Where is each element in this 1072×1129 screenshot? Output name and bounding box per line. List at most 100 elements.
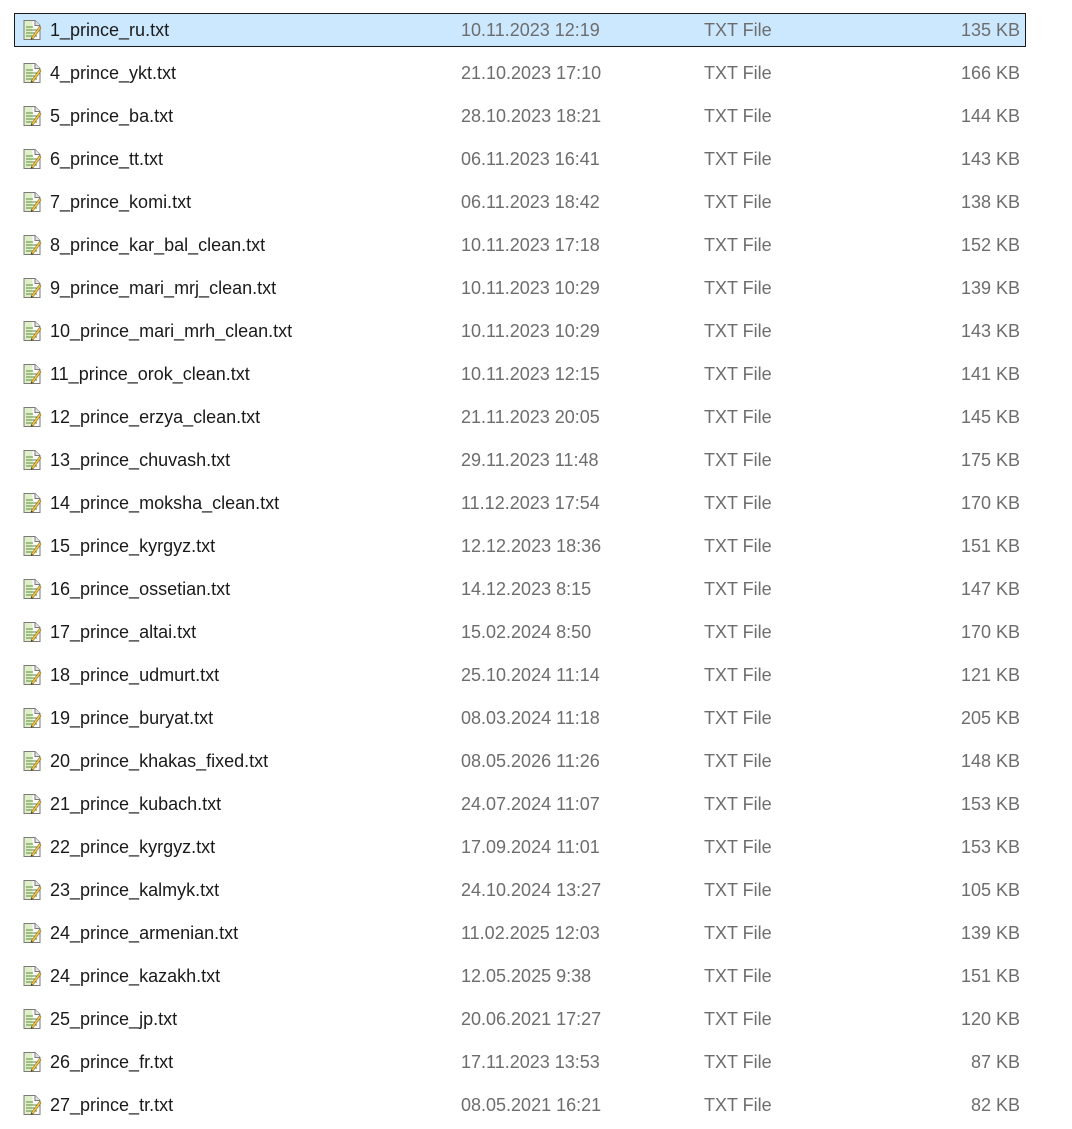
file-size: 148 KB: [960, 751, 1020, 771]
file-size: 82 KB: [970, 1095, 1020, 1115]
file-row[interactable]: 21_prince_kubach.txt 24.07.2024 11:07 TX…: [14, 787, 1026, 821]
file-name: 15_prince_kyrgyz.txt: [50, 536, 216, 556]
file-type: TXT File: [704, 63, 772, 83]
text-file-icon: [23, 751, 42, 771]
file-row[interactable]: 8_prince_kar_bal_clean.txt 10.11.2023 17…: [14, 228, 1026, 262]
file-type: TXT File: [704, 192, 772, 212]
file-type: TXT File: [704, 708, 772, 728]
file-date-modified: 21.10.2023 17:10: [461, 63, 602, 83]
file-date-modified: 06.11.2023 16:41: [461, 149, 600, 169]
file-name: 9_prince_mari_mrj_clean.txt: [50, 278, 277, 298]
file-type: TXT File: [704, 880, 772, 900]
file-row[interactable]: 12_prince_erzya_clean.txt 21.11.2023 20:…: [14, 400, 1026, 434]
file-row[interactable]: 17_prince_altai.txt 15.02.2024 8:50 TXT …: [14, 615, 1026, 649]
text-file-icon: [23, 278, 42, 298]
file-row[interactable]: 24_prince_armenian.txt 11.02.2025 12:03 …: [14, 916, 1026, 950]
file-type: TXT File: [704, 106, 772, 126]
file-row[interactable]: 18_prince_udmurt.txt 25.10.2024 11:14 TX…: [14, 658, 1026, 692]
file-date-modified: 24.10.2024 13:27: [461, 880, 602, 900]
file-row[interactable]: 10_prince_mari_mrh_clean.txt 10.11.2023 …: [14, 314, 1026, 348]
file-name: 24_prince_kazakh.txt: [50, 966, 221, 986]
file-name: 21_prince_kubach.txt: [50, 794, 222, 814]
file-type: TXT File: [704, 622, 772, 642]
file-row[interactable]: 5_prince_ba.txt 28.10.2023 18:21 TXT Fil…: [14, 99, 1026, 133]
file-size: 141 KB: [960, 364, 1020, 384]
file-name: 1_prince_ru.txt: [50, 20, 170, 40]
file-size: 175 KB: [960, 450, 1020, 470]
file-date-modified: 10.11.2023 12:19: [461, 20, 600, 40]
file-date-modified: 20.06.2021 17:27: [461, 1009, 602, 1029]
file-row[interactable]: 24_prince_kazakh.txt 12.05.2025 9:38 TXT…: [14, 959, 1026, 993]
file-size: 166 KB: [960, 63, 1020, 83]
file-date-modified: 12.12.2023 18:36: [461, 536, 602, 556]
file-type: TXT File: [704, 407, 772, 427]
file-name: 24_prince_armenian.txt: [50, 923, 239, 943]
file-size: 153 KB: [960, 794, 1020, 814]
file-row[interactable]: 15_prince_kyrgyz.txt 12.12.2023 18:36 TX…: [14, 529, 1026, 563]
file-row[interactable]: 26_prince_fr.txt 17.11.2023 13:53 TXT Fi…: [14, 1045, 1026, 1079]
file-size: 151 KB: [960, 966, 1020, 986]
file-type: TXT File: [704, 536, 772, 556]
text-file-icon: [23, 63, 42, 83]
file-size: 139 KB: [960, 278, 1020, 298]
file-size: 105 KB: [960, 880, 1020, 900]
file-name: 13_prince_chuvash.txt: [50, 450, 231, 470]
file-row[interactable]: 1_prince_ru.txt 10.11.2023 12:19 TXT Fil…: [14, 13, 1026, 47]
file-name: 26_prince_fr.txt: [50, 1052, 174, 1072]
file-name: 5_prince_ba.txt: [50, 106, 174, 126]
file-row[interactable]: 4_prince_ykt.txt 21.10.2023 17:10 TXT Fi…: [14, 56, 1026, 90]
file-size: 143 KB: [960, 149, 1020, 169]
file-row[interactable]: 6_prince_tt.txt 06.11.2023 16:41 TXT Fil…: [14, 142, 1026, 176]
file-row[interactable]: 22_prince_kyrgyz.txt 17.09.2024 11:01 TX…: [14, 830, 1026, 864]
text-file-icon: [23, 1095, 42, 1115]
file-name: 27_prince_tr.txt: [50, 1095, 174, 1115]
text-file-icon: [23, 192, 42, 212]
text-file-icon: [23, 708, 42, 728]
file-row[interactable]: 20_prince_khakas_fixed.txt 08.05.2026 11…: [14, 744, 1026, 778]
file-type: TXT File: [704, 450, 772, 470]
file-date-modified: 24.07.2024 11:07: [461, 794, 600, 814]
file-name: 6_prince_tt.txt: [50, 149, 164, 169]
file-name: 11_prince_orok_clean.txt: [50, 364, 250, 384]
text-file-icon: [23, 450, 42, 470]
file-type: TXT File: [704, 1052, 772, 1072]
file-date-modified: 10.11.2023 10:29: [461, 321, 600, 341]
file-name: 20_prince_khakas_fixed.txt: [50, 751, 269, 771]
file-type: TXT File: [704, 1095, 772, 1115]
file-row[interactable]: 25_prince_jp.txt 20.06.2021 17:27 TXT Fi…: [14, 1002, 1026, 1036]
text-file-icon: [23, 794, 42, 814]
file-name: 7_prince_komi.txt: [50, 192, 192, 212]
file-row[interactable]: 7_prince_komi.txt 06.11.2023 18:42 TXT F…: [14, 185, 1026, 219]
file-date-modified: 14.12.2023 8:15: [461, 579, 592, 599]
file-row[interactable]: 11_prince_orok_clean.txt 10.11.2023 12:1…: [14, 357, 1026, 391]
file-date-modified: 15.02.2024 8:50: [461, 622, 592, 642]
file-size: 153 KB: [960, 837, 1020, 857]
file-date-modified: 11.02.2025 12:03: [461, 923, 600, 943]
file-size: 139 KB: [960, 923, 1020, 943]
file-row[interactable]: 23_prince_kalmyk.txt 24.10.2024 13:27 TX…: [14, 873, 1026, 907]
file-row[interactable]: 14_prince_moksha_clean.txt 11.12.2023 17…: [14, 486, 1026, 520]
file-size: 170 KB: [960, 493, 1020, 513]
file-row[interactable]: 19_prince_buryat.txt 08.03.2024 11:18 TX…: [14, 701, 1026, 735]
file-size: 135 KB: [960, 20, 1020, 40]
text-file-icon: [23, 837, 42, 857]
file-date-modified: 08.05.2026 11:26: [461, 751, 600, 771]
file-row[interactable]: 27_prince_tr.txt 08.05.2021 16:21 TXT Fi…: [14, 1088, 1026, 1122]
file-row[interactable]: 16_prince_ossetian.txt 14.12.2023 8:15 T…: [14, 572, 1026, 606]
file-name: 8_prince_kar_bal_clean.txt: [50, 235, 266, 255]
file-type: TXT File: [704, 837, 772, 857]
text-file-icon: [23, 1009, 42, 1029]
file-date-modified: 28.10.2023 18:21: [461, 106, 602, 126]
text-file-icon: [23, 106, 42, 126]
text-file-icon: [23, 665, 42, 685]
file-type: TXT File: [704, 321, 772, 341]
file-type: TXT File: [704, 923, 772, 943]
file-type: TXT File: [704, 493, 772, 513]
file-date-modified: 29.11.2023 11:48: [461, 450, 599, 470]
text-file-icon: [23, 1052, 42, 1072]
file-type: TXT File: [704, 149, 772, 169]
file-date-modified: 08.05.2021 16:21: [461, 1095, 602, 1115]
file-row[interactable]: 13_prince_chuvash.txt 29.11.2023 11:48 T…: [14, 443, 1026, 477]
file-row[interactable]: 9_prince_mari_mrj_clean.txt 10.11.2023 1…: [14, 271, 1026, 305]
file-name: 14_prince_moksha_clean.txt: [50, 493, 280, 513]
